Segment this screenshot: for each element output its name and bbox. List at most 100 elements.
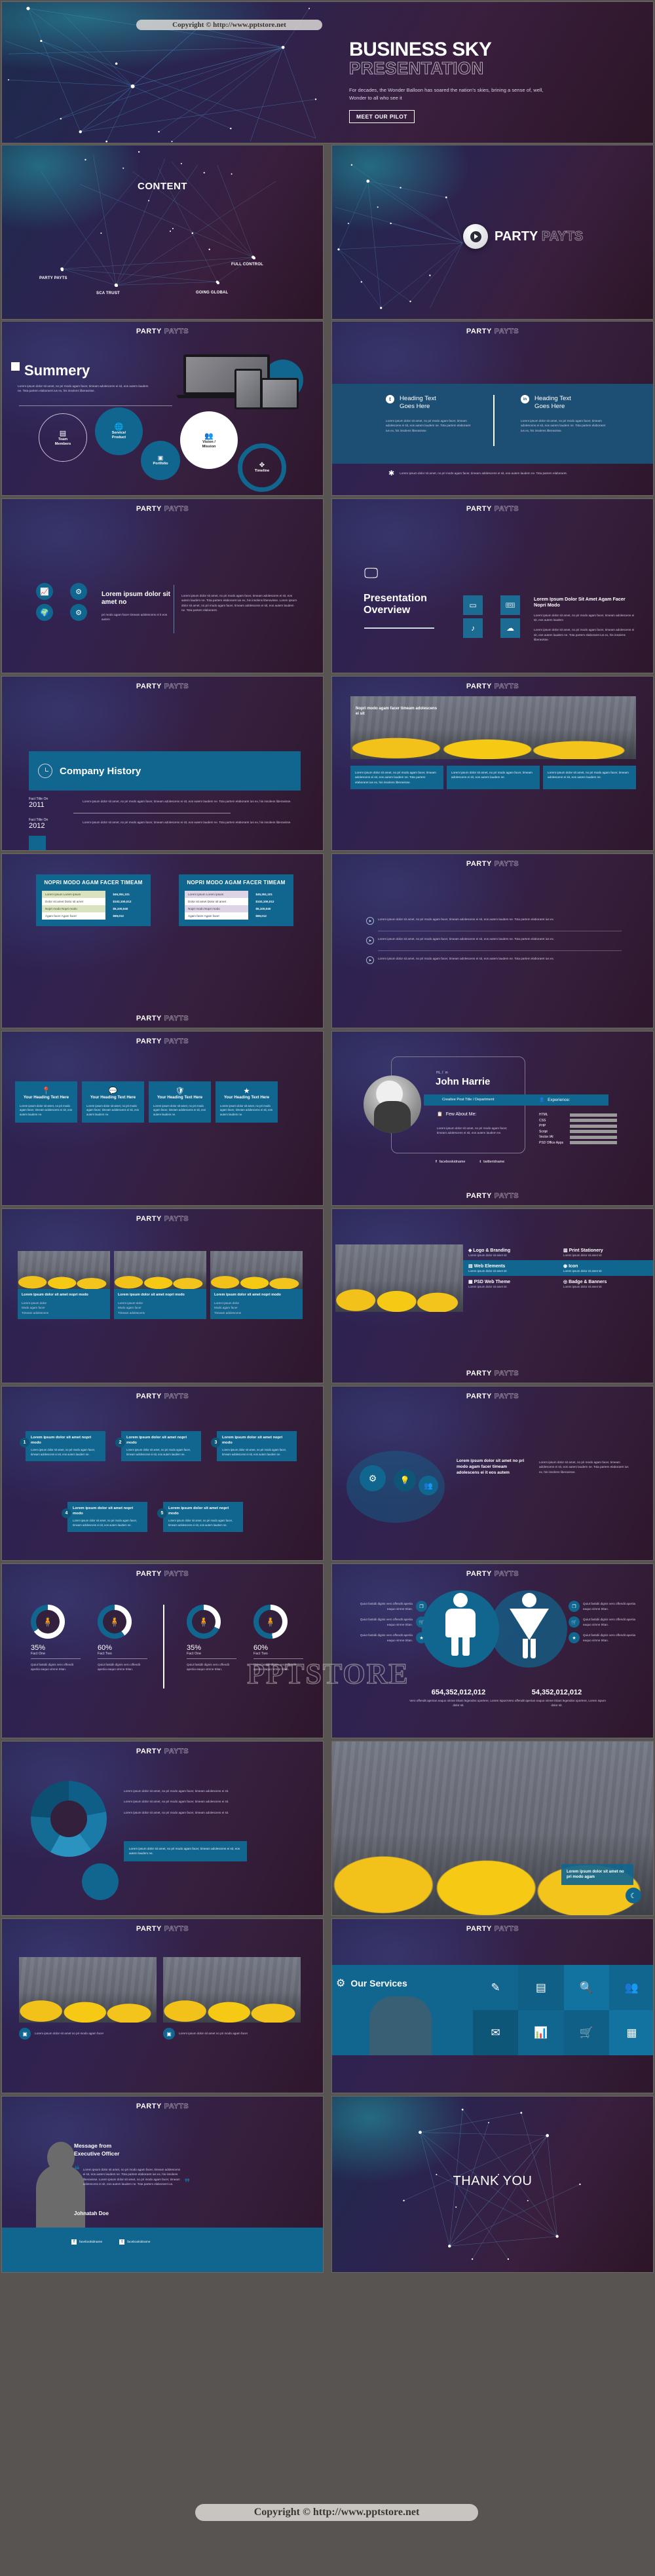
photo-trio-card[interactable]: Lorem ipsum dolor sit amet nopri modo Lo… xyxy=(114,1251,206,1320)
photo-trio-card[interactable]: Lorem ipsum dolor sit amet nopri modo Lo… xyxy=(18,1251,110,1320)
donut-stat[interactable]: 🧍 60% Fact Two Quiut fastidii dignis ver… xyxy=(98,1605,147,1672)
slide-summery[interactable]: PARTY PAYTS Summery Lorem ipsum dolor sit… xyxy=(1,321,324,496)
donut-stat[interactable]: 🧍 35% Fact One Quiut fastidii dignis ver… xyxy=(187,1605,236,1672)
growth-chart-icon[interactable]: 📊 xyxy=(518,2010,564,2055)
numbered-card[interactable]: 4 Lorem ipsum dolor sit amet nopri modo … xyxy=(62,1502,147,1533)
team-card[interactable]: 📍 Your Heading Text Here Lorem ipsum dol… xyxy=(15,1081,77,1123)
slide-photo-pair[interactable]: PARTY PAYTS ▣ Lorem ipsum dolor sit amet … xyxy=(1,1918,324,2093)
community-icon[interactable]: 👥 xyxy=(608,1965,653,2010)
service-item-logo-branding[interactable]: ◈ Logo & Branding Lorem ipsum dolor sit … xyxy=(463,1244,558,1260)
team-card[interactable]: 💬 Your Heading Text Here Lorem ipsum dol… xyxy=(82,1081,144,1123)
slide-ceo-message[interactable]: PARTY PAYTS Message from Executive Officer… xyxy=(1,2096,324,2273)
arrow-bullet-item[interactable]: ➤ Lorem ipsum dolor sit amet, no pri mod… xyxy=(366,917,622,925)
content-node-party-payts[interactable]: PARTY PAYTS xyxy=(39,276,67,280)
cart-icon[interactable]: 🛒 xyxy=(563,2010,609,2055)
slide-section-party-payts[interactable]: PARTY PAYTS xyxy=(331,145,654,320)
gender-note[interactable]: ❐ Quiut fastidii dignis vero offendit ap… xyxy=(569,1601,637,1612)
tumblr-icon[interactable]: t xyxy=(386,395,394,403)
arrow-bullet-item[interactable]: ➤ Lorem ipsum dolor sit amet, no pri mod… xyxy=(366,956,622,964)
photo-pair-card[interactable]: ▣ Lorem ipsum dolor sit amet no pri modo… xyxy=(19,1957,157,2040)
content-node-sca-trust[interactable]: SCA TRUST xyxy=(96,291,120,295)
slide-profile[interactable]: PARTY PAYTS HL, I´ m John Harrie Creative… xyxy=(331,1031,654,1206)
mail-send-icon[interactable]: ✉ xyxy=(473,2010,519,2055)
slide-our-services[interactable]: PARTY PAYTS ⚙ Our Services ✎ ▤ 🔍 👥 ✉ 📊 🛒 … xyxy=(331,1918,654,2093)
data-table-card-2[interactable]: NOPRI MODO AGAM FACER TIMEAM Lorem ipsum… xyxy=(179,874,293,926)
numbered-card[interactable]: 2 Lorem ipsum dolor sit amet nopri modo … xyxy=(115,1431,201,1462)
numbered-card[interactable]: 5 Lorem ipsum dolor sit amet nopri modo … xyxy=(157,1502,243,1533)
history-fact-row[interactable]: Fact Title On 2012 Lorem ipsum dolor sit… xyxy=(29,815,301,832)
music-file-icon[interactable]: ♪ xyxy=(463,618,483,638)
cloud-icon[interactable]: ☁ xyxy=(500,618,520,638)
play-button-icon[interactable] xyxy=(463,224,488,249)
slide-heading-duo[interactable]: PARTY PAYTS t Heading Text Goes Here Lorem… xyxy=(331,321,654,496)
team-card[interactable]: 🛡 Your Heading Text Here Lorem ipsum dol… xyxy=(149,1081,211,1123)
content-node-full-control[interactable]: FULL CONTROL xyxy=(231,263,263,267)
layout-icon[interactable]: ▤ xyxy=(518,1965,564,2010)
gender-note[interactable]: 🛒 Quiut fastidii dignis vero offendit ap… xyxy=(569,1616,637,1628)
slide-icon-text[interactable]: PARTY PAYTS 📈 ⚙ 🌍 ⚙ Lorem ipsum dolor sit… xyxy=(1,498,324,673)
chart-growth-icon[interactable]: 📈 xyxy=(36,583,53,600)
ticket-icon[interactable]: 🎟 xyxy=(500,595,520,615)
summery-circle-vision-mission[interactable]: 👥 Vision / Mission xyxy=(180,411,238,469)
social-link-twitter[interactable]: t twitteridname xyxy=(479,1160,504,1164)
slide-services-list[interactable]: PARTY PAYTS ◈ Logo & Branding Lorem ipsum… xyxy=(331,1208,654,1383)
service-item-badge-banners[interactable]: ◎ Badge & Banners Lorem ipsum dolor sit … xyxy=(558,1276,653,1292)
arrow-bullet-item[interactable]: ➤ Lorem ipsum dolor sit amet, no pri mod… xyxy=(366,937,622,944)
summery-circle-portfolio[interactable]: ▣ Portfolio xyxy=(141,441,180,480)
slide-thank-you[interactable]: THANK YOU xyxy=(331,2096,654,2273)
photo-card[interactable]: Lorem ipsum dolor sit amet, no pri modo … xyxy=(543,766,636,790)
people-icon[interactable]: 👥 xyxy=(419,1476,438,1495)
summery-circle-team-members[interactable]: ▤ Team Members xyxy=(39,413,87,462)
slide-photo-cards[interactable]: PARTY PAYTS Nopri modo agam facer timeam … xyxy=(331,676,654,851)
social-link-twitter[interactable]: t facebookidname xyxy=(119,2239,150,2245)
moon-icon[interactable]: ☾ xyxy=(626,1888,641,1903)
pie-callout[interactable]: Lorem ipsum dolor sit amet, no pri modo … xyxy=(124,1841,247,1861)
data-table-card-1[interactable]: NOPRI MODO AGAM FACER TIMEAM Lorem ipsum… xyxy=(36,874,151,926)
bulb-icon[interactable]: 💡 xyxy=(394,1469,416,1491)
gender-note[interactable]: ★ Quiut fastidii dignis vero offendit ap… xyxy=(569,1632,637,1643)
summery-circle-service-product[interactable]: 🌐 Service/Product xyxy=(95,407,143,455)
cogs-icon[interactable]: ⚙ xyxy=(70,604,87,621)
slide-numbered-cards[interactable]: PARTY PAYTS 1 Lorem ipsum dolor sit amet … xyxy=(1,1386,324,1561)
service-item-psd-web-theme[interactable]: ▦ PSD Web Theme Lorem ipsum dolor sit am… xyxy=(463,1276,558,1292)
content-node-going-global[interactable]: GOING GLOBAL xyxy=(196,291,228,295)
numbered-card[interactable]: 1 Lorem ipsum dolor sit amet nopri modo … xyxy=(20,1431,105,1462)
social-link-facebook[interactable]: f facebookidname xyxy=(436,1160,465,1164)
meet-our-pilot-button[interactable]: MEET OUR PILOT xyxy=(349,109,415,123)
service-item-web-elements[interactable]: ▤ Web Elements Lorem ipsum dolor sit ame… xyxy=(463,1260,558,1276)
slide-content[interactable]: CONTENT PARTY PAYTS SCA TRUST GOING GLOB… xyxy=(1,145,324,320)
service-item-print-stationery[interactable]: ▥ Print Stationery Lorem ipsum dolor sit… xyxy=(558,1244,653,1260)
slide-title[interactable]: BUSINESS SKY PRESENTATION For decades, t… xyxy=(1,1,654,143)
service-item-icon[interactable]: ◉ Icon Lorem ipsum dolor sit amet sit xyxy=(558,1260,653,1276)
slide-photo-quote[interactable]: Lorem ipsum dolor sit amet no pri modo a… xyxy=(331,1741,654,1916)
numbered-card[interactable]: 3 Lorem ipsum dolor sit amet nopri modo … xyxy=(211,1431,297,1462)
slide-bubbles[interactable]: PARTY PAYTS ⚙ 💡 👥 Lorem ipsum dolor sit a… xyxy=(331,1386,654,1561)
social-link-facebook[interactable]: f facebookidname xyxy=(71,2239,102,2245)
gender-note[interactable]: Quiut fastidii dignis vero offendit aper… xyxy=(358,1616,427,1628)
photo-card[interactable]: Lorem ipsum dolor sit amet, no pri modo … xyxy=(350,766,443,790)
slide-gender-stats[interactable]: PARTY PAYTS Quiut fastidii dignis vero of… xyxy=(331,1563,654,1738)
design-icon[interactable]: ✎ xyxy=(473,1965,519,2010)
slide-presentation-overview[interactable]: PARTY PAYTS 🖵 Presentation Overview ▭ 🎟 ♪… xyxy=(331,498,654,673)
slide-arrow-bullets[interactable]: PARTY PAYTS ➤ Lorem ipsum dolor sit amet,… xyxy=(331,853,654,1028)
linkedin-icon[interactable]: in xyxy=(521,395,529,403)
card-icon[interactable]: ▭ xyxy=(463,595,483,615)
summery-circle-timeline[interactable]: ✥ Timeline xyxy=(238,443,286,492)
slide-photo-trio[interactable]: PARTY PAYTS Lorem ipsum dolor sit amet no… xyxy=(1,1208,324,1383)
slide-pie-chart[interactable]: PARTY PAYTS Lorem ipsum dolor sit amet, n… xyxy=(1,1741,324,1916)
team-card[interactable]: ★ Your Heading Text Here Lorem ipsum dol… xyxy=(215,1081,278,1123)
slide-company-history[interactable]: PARTY PAYTS Company History Fact Title On… xyxy=(1,676,324,851)
slide-tables[interactable]: PARTY PAYTS NOPRI MODO AGAM FACER TIMEAM … xyxy=(1,853,324,1028)
slide-donut-stats[interactable]: PARTY PAYTS 🧍 35% Fact One Quiut fastidii… xyxy=(1,1563,324,1738)
settings-gear-icon[interactable]: ⚙ xyxy=(70,583,87,600)
donut-stat[interactable]: 🧍 35% Fact One Quiut fastidii dignis ver… xyxy=(31,1605,81,1672)
history-fact-row[interactable]: Fact Title On 2011 Lorem ipsum dolor sit… xyxy=(29,794,301,812)
qr-grid-icon[interactable]: ▦ xyxy=(608,2010,653,2055)
gear-icon[interactable]: ⚙ xyxy=(360,1465,386,1491)
photo-pair-card[interactable]: ▣ Lorem ipsum dolor sit amet no pri modo… xyxy=(163,1957,301,2040)
gender-note[interactable]: Quiut fastidii dignis vero offendit aper… xyxy=(358,1632,427,1643)
global-network-icon[interactable]: 🌍 xyxy=(36,604,53,621)
analytics-search-icon[interactable]: 🔍 xyxy=(563,1965,609,2010)
gender-note[interactable]: Quiut fastidii dignis vero offendit aper… xyxy=(358,1601,427,1612)
photo-caption-card[interactable]: Lorem ipsum dolor sit amet no pri modo a… xyxy=(561,1863,633,1885)
